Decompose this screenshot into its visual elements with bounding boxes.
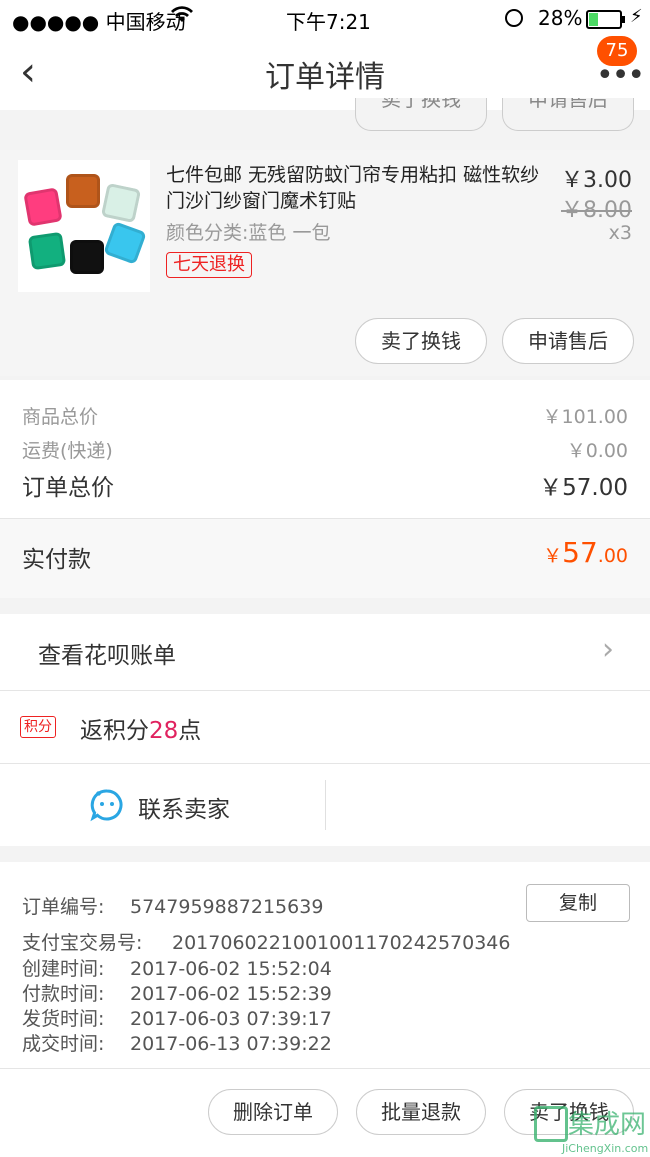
order-info: 订单编号: 5747959887215639 复制 支付宝交易号: 20170602… xyxy=(0,862,650,1068)
order-total-label: 订单总价 xyxy=(22,475,114,501)
product-thumbnail[interactable] xyxy=(18,160,150,292)
product-image-piece xyxy=(100,182,142,224)
price-summary: 商品总价 ￥101.00 运费(快递) ￥0.00 订单总价 ￥57.00 实付… xyxy=(0,380,650,598)
huabei-label: 查看花呗账单 xyxy=(38,643,176,669)
chat-smile-icon xyxy=(90,788,124,826)
product-name[interactable]: 七件包邮 无残留防蚊门帘专用粘扣 磁性软纱门沙门纱窗门魔术钉贴 xyxy=(166,162,546,214)
product-quantity: x3 xyxy=(608,222,632,244)
alipay-trade-row: 支付宝交易号: 2017060221001001170242570346 xyxy=(22,932,511,954)
clock: 下午7:21 xyxy=(286,10,371,34)
product-original-price: ￥8.00 xyxy=(561,198,632,223)
batch-refund-button[interactable]: 批量退款 xyxy=(356,1089,486,1135)
delete-order-button[interactable]: 删除订单 xyxy=(208,1089,338,1135)
huabei-bill-row[interactable]: 查看花呗账单 › xyxy=(0,614,650,690)
product-card[interactable]: 七件包邮 无残留防蚊门帘专用粘扣 磁性软纱门沙门纱窗门魔术钉贴 颜色分类:蓝色 … xyxy=(0,150,650,376)
watermark-text: 集成网 xyxy=(568,1110,647,1140)
partial-aftersale-button[interactable]: 申请售后 xyxy=(502,98,634,131)
copy-button[interactable]: 复制 xyxy=(526,884,630,922)
wifi-icon xyxy=(170,4,194,29)
product-image-piece xyxy=(66,174,100,208)
paid-label: 实付款 xyxy=(22,547,91,573)
page-title: 订单详情 xyxy=(265,60,385,95)
created-time-row: 创建时间: 2017-06-02 15:52:04 xyxy=(22,958,332,980)
battery-icon xyxy=(586,10,625,29)
product-price: ￥3.00 xyxy=(561,168,632,193)
points-text: 返积分28点 xyxy=(80,718,202,744)
carrier-label: ●●●●● 中国移动 xyxy=(12,10,186,34)
points-badge: 积分 xyxy=(20,716,56,738)
shipping-label: 运费(快递) xyxy=(22,440,113,462)
product-image-piece xyxy=(103,221,147,265)
product-image-piece xyxy=(70,240,104,274)
battery-percent: 28% xyxy=(538,6,583,30)
paid-time-row: 付款时间: 2017-06-02 15:52:39 xyxy=(22,983,332,1005)
paid-value: ￥57.00 xyxy=(543,536,628,569)
after-sale-button[interactable]: 申请售后 xyxy=(502,318,634,364)
contact-seller-button[interactable]: 联系卖家 xyxy=(0,764,325,846)
watermark-logo-icon xyxy=(534,1106,568,1142)
chevron-right-icon: › xyxy=(602,632,614,667)
shipped-time-row: 发货时间: 2017-06-03 07:39:17 xyxy=(22,1008,332,1030)
order-number: 5747959887215639 xyxy=(130,896,324,918)
watermark-url: JiChengXin.com xyxy=(562,1142,649,1155)
contact-seller-label: 联系卖家 xyxy=(138,797,230,823)
shipping-value: ￥0.00 xyxy=(566,440,628,462)
site-watermark: 集成网 JiChengXin.com xyxy=(532,1104,650,1156)
back-icon[interactable]: ‹ xyxy=(20,52,36,92)
paid-amount-row: 实付款 ￥57.00 xyxy=(0,518,650,598)
sell-for-cash-button[interactable]: 卖了换钱 xyxy=(355,318,487,364)
points-row: 积分 返积分28点 xyxy=(0,691,650,763)
contact-divider xyxy=(325,780,326,830)
notification-badge: 75 xyxy=(597,36,637,66)
return-policy-tag: 七天退换 xyxy=(166,252,252,278)
rotation-lock-icon xyxy=(505,9,523,27)
contact-row: 联系卖家 xyxy=(0,764,650,846)
order-number-row: 订单编号: 5747959887215639 xyxy=(22,896,324,918)
product-attributes: 颜色分类:蓝色 一包 xyxy=(166,222,331,244)
partial-sell-button[interactable]: 卖了换钱 xyxy=(355,98,487,131)
charging-icon: ⚡ xyxy=(630,6,643,27)
goods-total-value: ￥101.00 xyxy=(542,406,628,428)
order-total-value: ￥57.00 xyxy=(539,475,628,501)
product-image-piece xyxy=(27,231,67,271)
goods-total-label: 商品总价 xyxy=(22,406,99,428)
product-image-piece xyxy=(23,187,63,227)
completed-time-row: 成交时间: 2017-06-13 07:39:22 xyxy=(22,1033,332,1055)
status-bar: ●●●●● 中国移动 下午7:21 28% ⚡ xyxy=(0,0,650,36)
